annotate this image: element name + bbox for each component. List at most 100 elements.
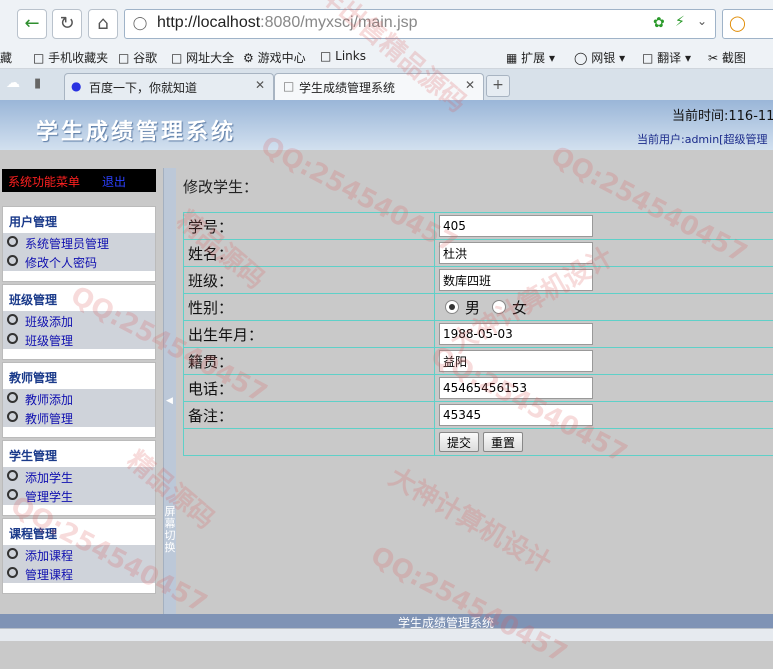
- field-label: 出生年月：: [184, 321, 435, 348]
- menu-item-label: 系统管理员管理: [25, 235, 109, 252]
- menu-header: 系统功能菜单 退出: [2, 169, 156, 192]
- netbank-button[interactable]: ◯ 网银 ▾: [574, 49, 625, 66]
- phone-input[interactable]: [439, 377, 593, 399]
- app-header: 学生成绩管理系统 当前时间:116-11 当前用户:admin[超级管理: [0, 100, 773, 150]
- menu-item-course-manage[interactable]: 管理课程: [3, 564, 155, 583]
- bookmark-bar: 藏 □ 手机收藏夹 □ 谷歌 □ 网址大全 ⚙ 游戏中心 □ Links ▦ 扩…: [0, 46, 773, 69]
- menu-group-title: 教师管理: [9, 369, 57, 386]
- url-host: http://localhost: [157, 14, 260, 31]
- bookmark-item[interactable]: □ Links: [320, 49, 366, 63]
- bookmark-label: 网址大全: [186, 51, 234, 65]
- logout-link[interactable]: 退出: [102, 173, 126, 190]
- birth-date-input[interactable]: [439, 323, 593, 345]
- field-cell: [435, 348, 773, 375]
- bookmark-item[interactable]: □ 手机收藏夹: [33, 49, 108, 66]
- menu-item-class-add[interactable]: 班级添加: [3, 311, 155, 330]
- url-text: http://localhost:8080/myxscj/main.jsp: [157, 14, 418, 32]
- back-icon[interactable]: ←: [17, 9, 47, 39]
- collapse-arrow-icon[interactable]: ◀: [166, 396, 173, 406]
- menu-item-label: 班级添加: [25, 313, 73, 330]
- menu-group-teachers: 教师管理 教师添加 教师管理: [2, 362, 156, 438]
- cloud-icon[interactable]: ☁: [6, 75, 20, 91]
- field-cell: [435, 375, 773, 402]
- class-input[interactable]: [439, 269, 593, 291]
- lightning-icon[interactable]: ⚡: [675, 14, 685, 30]
- gender-male-radio[interactable]: [445, 300, 459, 314]
- speed-icon[interactable]: ✿: [653, 15, 665, 31]
- menu-group-title: 班级管理: [9, 291, 57, 308]
- radio-label: 女: [512, 299, 527, 317]
- tab-baidu[interactable]: ● 百度一下，你就知道 ✕: [64, 73, 274, 100]
- new-tab-icon[interactable]: +: [486, 75, 510, 97]
- address-bar[interactable]: ◯ http://localhost:8080/myxscj/main.jsp …: [124, 9, 716, 39]
- field-label: 籍贯：: [184, 348, 435, 375]
- menu-group-courses: 课程管理 添加课程 管理课程: [2, 518, 156, 594]
- bookmark-item[interactable]: □ 网址大全: [171, 49, 234, 66]
- menu-item-label: 教师管理: [25, 410, 73, 427]
- browser-statusbar: [0, 628, 773, 641]
- gender-female-radio[interactable]: [492, 300, 506, 314]
- bookmark-item[interactable]: 藏: [0, 49, 12, 66]
- search-box[interactable]: ◯: [722, 9, 773, 39]
- extensions-button[interactable]: ▦ 扩展 ▾: [506, 49, 555, 66]
- paw-icon: ●: [71, 79, 81, 93]
- field-cell: [435, 267, 773, 294]
- student-no-input[interactable]: [439, 215, 593, 237]
- shield-icon: ◯: [131, 15, 149, 33]
- refresh-icon[interactable]: ↻: [52, 9, 82, 39]
- reset-button[interactable]: 重置: [483, 432, 523, 452]
- menu-item-student-manage[interactable]: 管理学生: [3, 486, 155, 505]
- current-user: 当前用户:admin[超级管理: [637, 131, 767, 147]
- field-cell: [435, 321, 773, 348]
- bookmark-label: 截图: [722, 51, 746, 65]
- tab-label: 百度一下，你就知道: [89, 79, 197, 96]
- radio-label: 男: [465, 299, 480, 317]
- screenshot-button[interactable]: ✂ 截图: [708, 49, 746, 66]
- close-icon[interactable]: ✕: [255, 78, 265, 92]
- watermark-text: QQ:254540457: [366, 541, 572, 669]
- form-row-actions: 提交重置: [184, 429, 773, 456]
- menu-item-teacher-manage[interactable]: 教师管理: [3, 408, 155, 427]
- bookmark-item[interactable]: □ 谷歌: [118, 49, 157, 66]
- menu-item-class-manage[interactable]: 班级管理: [3, 330, 155, 349]
- menu-item-admin-manage[interactable]: 系统管理员管理: [3, 233, 155, 252]
- native-place-input[interactable]: [439, 350, 593, 372]
- menu-item-course-add[interactable]: 添加课程: [3, 545, 155, 564]
- bullet-icon: [7, 489, 18, 500]
- current-time: 当前时间:116-11: [672, 105, 773, 124]
- field-cell: [435, 240, 773, 267]
- menu-item-label: 班级管理: [25, 332, 73, 349]
- bullet-icon: [7, 548, 18, 559]
- field-label: 性别：: [184, 294, 435, 321]
- page-icon[interactable]: ▮: [34, 76, 41, 91]
- menu-item-label: 教师添加: [25, 391, 73, 408]
- home-icon[interactable]: ⌂: [88, 9, 118, 39]
- form-row-phone: 电话：: [184, 375, 773, 402]
- menu-item-teacher-add[interactable]: 教师添加: [3, 389, 155, 408]
- bookmark-label: 扩展: [521, 51, 545, 65]
- actions-cell: 提交重置: [435, 429, 773, 456]
- translate-button[interactable]: □ 翻译 ▾: [642, 49, 691, 66]
- bookmark-label: 谷歌: [133, 51, 157, 65]
- document-icon: □: [283, 79, 294, 93]
- bookmark-label: 翻译: [657, 51, 681, 65]
- bookmark-label: 手机收藏夹: [48, 51, 108, 65]
- menu-item-student-add[interactable]: 添加学生: [3, 467, 155, 486]
- menu-item-label: 管理课程: [25, 566, 73, 583]
- bullet-icon: [7, 470, 18, 481]
- close-icon[interactable]: ✕: [465, 78, 475, 92]
- menu-item-change-password[interactable]: 修改个人密码: [3, 252, 155, 271]
- frame-splitter[interactable]: ◀ 屏幕切换: [163, 168, 176, 618]
- menu-item-label: 管理学生: [25, 488, 73, 505]
- field-label: 电话：: [184, 375, 435, 402]
- bookmark-item[interactable]: ⚙ 游戏中心: [243, 49, 306, 66]
- dropdown-icon[interactable]: ⌄: [697, 14, 707, 28]
- remark-input[interactable]: [439, 404, 593, 426]
- submit-button[interactable]: 提交: [439, 432, 479, 452]
- field-label: 班级：: [184, 267, 435, 294]
- menu-group-title: 课程管理: [9, 525, 57, 542]
- name-input[interactable]: [439, 242, 593, 264]
- tab-student-system[interactable]: □ 学生成绩管理系统 ✕: [274, 73, 484, 100]
- menu-group-students: 学生管理 添加学生 管理学生: [2, 440, 156, 516]
- bullet-icon: [7, 236, 18, 247]
